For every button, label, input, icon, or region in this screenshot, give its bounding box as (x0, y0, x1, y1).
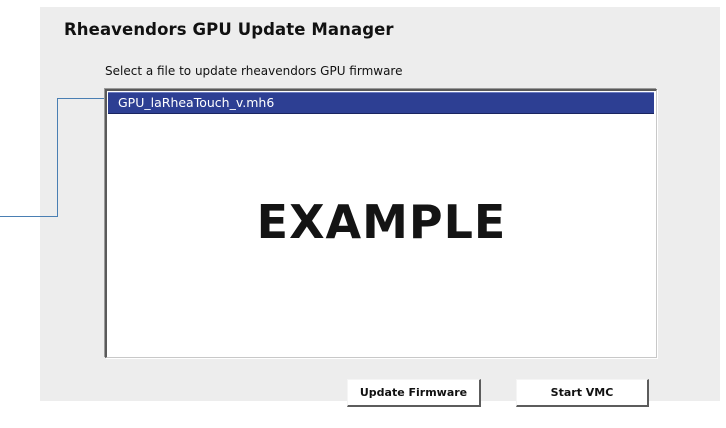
file-item-label: GPU_laRheaTouch_v.mh6 (118, 95, 275, 110)
screen: Rheavendors GPU Update Manager Select a … (0, 0, 726, 428)
callout-line-bottom (0, 216, 58, 217)
update-firmware-button[interactable]: Update Firmware (347, 379, 481, 407)
example-watermark: EXAMPLE (256, 195, 507, 249)
file-list-caption: Select a file to update rheavendors GPU … (105, 64, 403, 78)
callout-line-top (57, 98, 106, 99)
window-title: Rheavendors GPU Update Manager (64, 20, 394, 39)
file-list-item-selected[interactable]: GPU_laRheaTouch_v.mh6 (108, 92, 654, 114)
callout-line-vertical (57, 98, 58, 217)
start-vmc-button[interactable]: Start VMC (516, 379, 649, 407)
file-list[interactable]: GPU_laRheaTouch_v.mh6 EXAMPLE (105, 89, 657, 358)
